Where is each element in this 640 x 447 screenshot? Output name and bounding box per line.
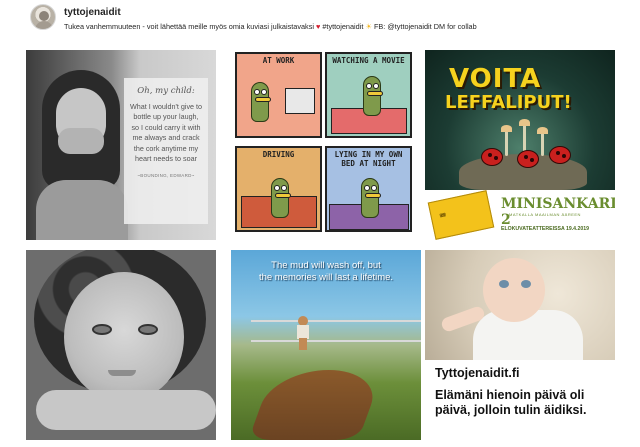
duck-eye [371,185,377,191]
duck-eye [373,83,379,89]
child-eye [92,324,112,335]
child-eye [138,324,158,335]
profile-header: tyttojenaidit Tukea vanhemmuuteen - voit… [30,4,630,38]
post-tile[interactable]: VOITA LEFFALIPUT! 🎟 MINISANKARIT 2 MATKA… [425,50,615,240]
mushroom-shape [537,127,548,156]
duck-eye [281,185,287,191]
ladybug-shape [549,146,571,164]
baby-eye [499,280,509,288]
mushroom-shape [501,125,512,156]
baby-face [483,258,545,322]
quote-card: Oh, my child: What I wouldn't give to bo… [124,78,208,224]
girl-hands [58,128,104,154]
quote-author: ~BOUNDING, EDWARD~ [137,172,195,178]
post-tile[interactable]: Tyttojenaidit.fi Elämäni hienoin päivä o… [425,250,615,440]
profile-avatar[interactable] [30,4,56,30]
mud-caption: The mud will wash off, but the memories … [231,260,421,285]
release-date: ELOKUVATEATTEREISSA 19.4.2019 [501,226,590,232]
girl-dress [36,180,128,240]
ladybug-shape [481,148,503,166]
computer-monitor [285,88,315,114]
profile-bio: Tukea vanhemmuuteen - voit lähettää meil… [64,22,477,31]
mud-path [248,370,384,440]
duck-beak [275,193,291,198]
comic-panel-watching-movie: WATCHING A MOVIE [325,52,412,138]
heart-icon: ♥ [316,22,321,31]
baby-eye [521,280,531,288]
duck-beak [367,91,383,96]
avatar-face-shape [39,11,49,21]
comic-panel-driving: DRIVING [235,146,322,232]
poster-headline: VOITA [449,64,542,94]
post-tile[interactable]: The mud will wash off, but the memories … [231,250,421,440]
post-tile[interactable]: Oh, my child: What I wouldn't give to bo… [26,50,216,240]
child-face [64,272,184,402]
posts-grid: Oh, my child: What I wouldn't give to bo… [26,50,618,442]
child-arm [36,390,216,430]
child-mouth [108,370,136,376]
duck-character [251,82,271,122]
poster-subheadline: LEFFALIPUT! [445,92,572,113]
fence-shape [251,320,421,342]
bio-contact: FB: @tyttojenaidit DM for collab [373,22,477,31]
kid-body [297,325,309,339]
quote-title: Oh, my child: [137,86,195,96]
duck-eye [274,185,280,191]
bio-text: Tukea vanhemmuuteen - voit lähettää meil… [64,22,314,31]
site-name: Tyttojenaidit.fi [435,366,520,380]
duck-eye [261,89,267,95]
duck-eye [364,185,370,191]
jumping-kid [293,316,313,352]
ticket-label: 🎟 [439,212,447,220]
mud-caption-line: the memories will last a lifetime. [258,272,394,284]
comic-panel-in-bed: LYING IN MY OWN BED AT NIGHT [325,146,412,232]
post-tile[interactable]: AT WORK WATCHING A MOVIE DRIVING LYING I… [231,50,421,240]
avatar-body-shape [35,21,53,29]
mud-caption-line: The mud will wash off, but [271,260,381,271]
duck-beak [255,97,271,102]
comic-caption: AT WORK [262,56,295,65]
duck-eye [366,83,372,89]
bio-hashtag[interactable]: #tyttojenaidit [322,22,363,31]
ladybug-shape [517,150,539,168]
comic-caption: DRIVING [262,150,295,159]
duck-character [363,76,383,116]
sun-icon: ☀ [365,22,372,31]
comic-caption: LYING IN MY OWN BED AT NIGHT [334,150,403,168]
duck-eye [254,89,260,95]
duck-character [361,178,381,218]
comic-panel-at-work: AT WORK [235,52,322,138]
duck-beak [365,193,381,198]
post-tile[interactable] [26,250,216,440]
girl-photo [36,70,128,240]
motherhood-quote: Elämäni hienoin päivä oli päivä, jolloin… [435,388,587,417]
quote-text: What I wouldn't give to bottle up your l… [129,102,203,164]
profile-username[interactable]: tyttojenaidit [64,7,121,18]
movie-subtitle: MATKALLA MAAILMAN ÄÄREEN [509,212,581,217]
duck-character [271,178,291,218]
kid-legs [299,338,307,350]
comic-caption: WATCHING A MOVIE [332,56,405,65]
